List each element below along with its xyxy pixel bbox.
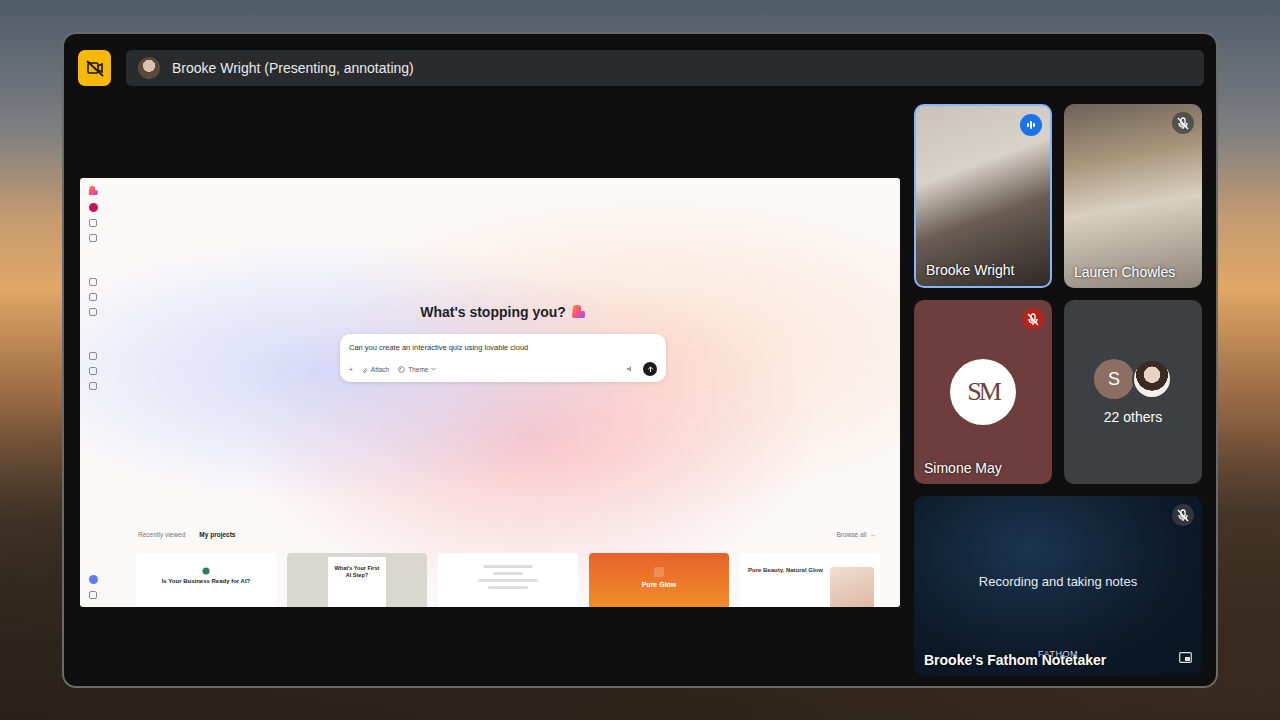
nav-icon[interactable] [89, 352, 97, 360]
audio-bars-icon [1025, 119, 1037, 131]
participant-tile[interactable]: Lauren Chowles [1064, 104, 1202, 288]
project-title: Pure Beauty, Natural Glow [748, 567, 824, 573]
participant-name: Simone May [924, 460, 1002, 476]
palette-icon [398, 366, 405, 373]
button-label: Theme [408, 366, 428, 373]
placeholder-line [488, 586, 528, 589]
participant-tile[interactable]: SM Simone May [914, 300, 1052, 484]
top-bar: Brooke Wright (Presenting, annotating) [78, 50, 1204, 86]
shared-screen: What's stopping you? Can you create an in… [80, 178, 900, 607]
participant-logo: SM [950, 359, 1016, 425]
photo-avatar [1132, 359, 1172, 399]
add-button[interactable]: + [349, 366, 353, 373]
project-title: What's Your First AI Step? [328, 565, 386, 578]
nav-icon[interactable] [89, 234, 97, 242]
user-avatar-icon[interactable] [89, 203, 98, 212]
notetaker-status: Recording and taking notes [914, 574, 1202, 589]
presenter-bar: Brooke Wright (Presenting, annotating) [126, 50, 1204, 86]
mic-off-icon [1026, 312, 1040, 326]
others-avatars: S [1094, 359, 1172, 399]
attach-button[interactable]: Attach [362, 366, 389, 373]
camera-off-button[interactable] [78, 50, 111, 86]
presenter-label: Brooke Wright (Presenting, annotating) [172, 60, 414, 76]
desktop: Brooke Wright (Presenting, annotating) Wh… [0, 0, 1280, 720]
project-tabs: Recently viewed My projects Browse all→ [136, 529, 876, 553]
picture-in-picture-icon [1179, 652, 1192, 663]
nav-icon[interactable] [89, 367, 97, 375]
meeting-body: What's stopping you? Can you create an in… [78, 104, 1204, 680]
send-button[interactable] [643, 362, 657, 376]
initial-avatar: S [1094, 359, 1134, 399]
speaker-icon [626, 365, 634, 373]
browse-label: Browse all [837, 531, 867, 538]
notetaker-name: Brooke's Fathom Notetaker [924, 652, 1106, 668]
card-logo-icon [202, 567, 210, 575]
meeting-window: Brooke Wright (Presenting, annotating) Wh… [62, 32, 1218, 688]
nav-icon[interactable] [89, 293, 97, 301]
muted-indicator [1172, 112, 1194, 134]
muted-indicator [1172, 504, 1194, 526]
project-title: Is Your Business Ready for AI? [152, 578, 261, 585]
nav-icon[interactable] [89, 382, 97, 390]
card-preview: What's Your First AI Step? [328, 557, 386, 607]
nav-icon[interactable] [89, 219, 97, 227]
button-label: Attach [371, 366, 389, 373]
hero-photo [830, 567, 874, 607]
app-sidebar [80, 178, 106, 607]
muted-indicator [1022, 308, 1044, 330]
project-card[interactable]: Pure Beauty, Natural Glow [740, 553, 880, 607]
speaking-indicator [1020, 114, 1042, 136]
nav-icon[interactable] [89, 278, 97, 286]
participant-name: Brooke Wright [926, 262, 1014, 278]
mic-off-icon [1176, 508, 1190, 522]
participant-grid: Brooke WrightLauren ChowlesSMSimone MayS… [914, 104, 1204, 680]
placeholder-line [478, 579, 538, 582]
prompt-box[interactable]: Can you create an interactive quiz using… [340, 334, 666, 382]
project-card[interactable]: Is Your Business Ready for AI? [136, 553, 276, 607]
lovable-logo-icon [88, 186, 98, 196]
inbox-icon[interactable] [89, 591, 97, 599]
arrow-up-icon [647, 366, 654, 373]
project-card[interactable]: Pure Glow [589, 553, 729, 607]
placeholder-line [483, 565, 533, 568]
browse-all-link[interactable]: Browse all→ [837, 531, 876, 538]
project-card[interactable]: What's Your First AI Step? [287, 553, 427, 607]
browse-arrow: → [870, 531, 877, 538]
notetaker-tile[interactable]: Recording and taking notesFATHOMBrooke's… [914, 496, 1202, 676]
chevron-down-icon [431, 367, 436, 371]
card-badge-icon [654, 567, 664, 577]
others-tile[interactable]: S 22 others [1064, 300, 1202, 484]
profile-icon[interactable] [89, 575, 98, 584]
heading-text: What's stopping you? [420, 304, 566, 320]
placeholder-line [493, 572, 523, 575]
presenter-avatar [138, 57, 160, 79]
lovable-heart-icon [571, 305, 586, 319]
project-cards: Is Your Business Ready for AI? What's You… [136, 553, 876, 607]
project-card[interactable] [438, 553, 578, 607]
home-content: What's stopping you? Can you create an in… [106, 178, 900, 607]
project-tab[interactable]: Recently viewed [136, 529, 187, 540]
projects-section: Recently viewed My projects Browse all→ Is … [106, 529, 900, 607]
project-title: Pure Glow [632, 581, 687, 589]
camera-off-icon [85, 58, 105, 78]
participant-tile[interactable]: Brooke Wright [914, 104, 1052, 288]
stage: What's stopping you? Can you create an in… [78, 104, 912, 680]
prompt-toolbar: + Attach Theme [349, 362, 657, 376]
paperclip-icon [362, 366, 368, 373]
participant-name: Lauren Chowles [1074, 264, 1175, 280]
nav-icon[interactable] [89, 308, 97, 316]
prompt-input[interactable]: Can you create an interactive quiz using… [349, 343, 657, 352]
mic-off-icon [1176, 116, 1190, 130]
others-count: 22 others [1104, 409, 1162, 425]
theme-button[interactable]: Theme [398, 366, 436, 373]
project-tab[interactable]: My projects [197, 529, 237, 540]
heading: What's stopping you? [420, 304, 586, 320]
pip-button[interactable] [1179, 649, 1192, 667]
